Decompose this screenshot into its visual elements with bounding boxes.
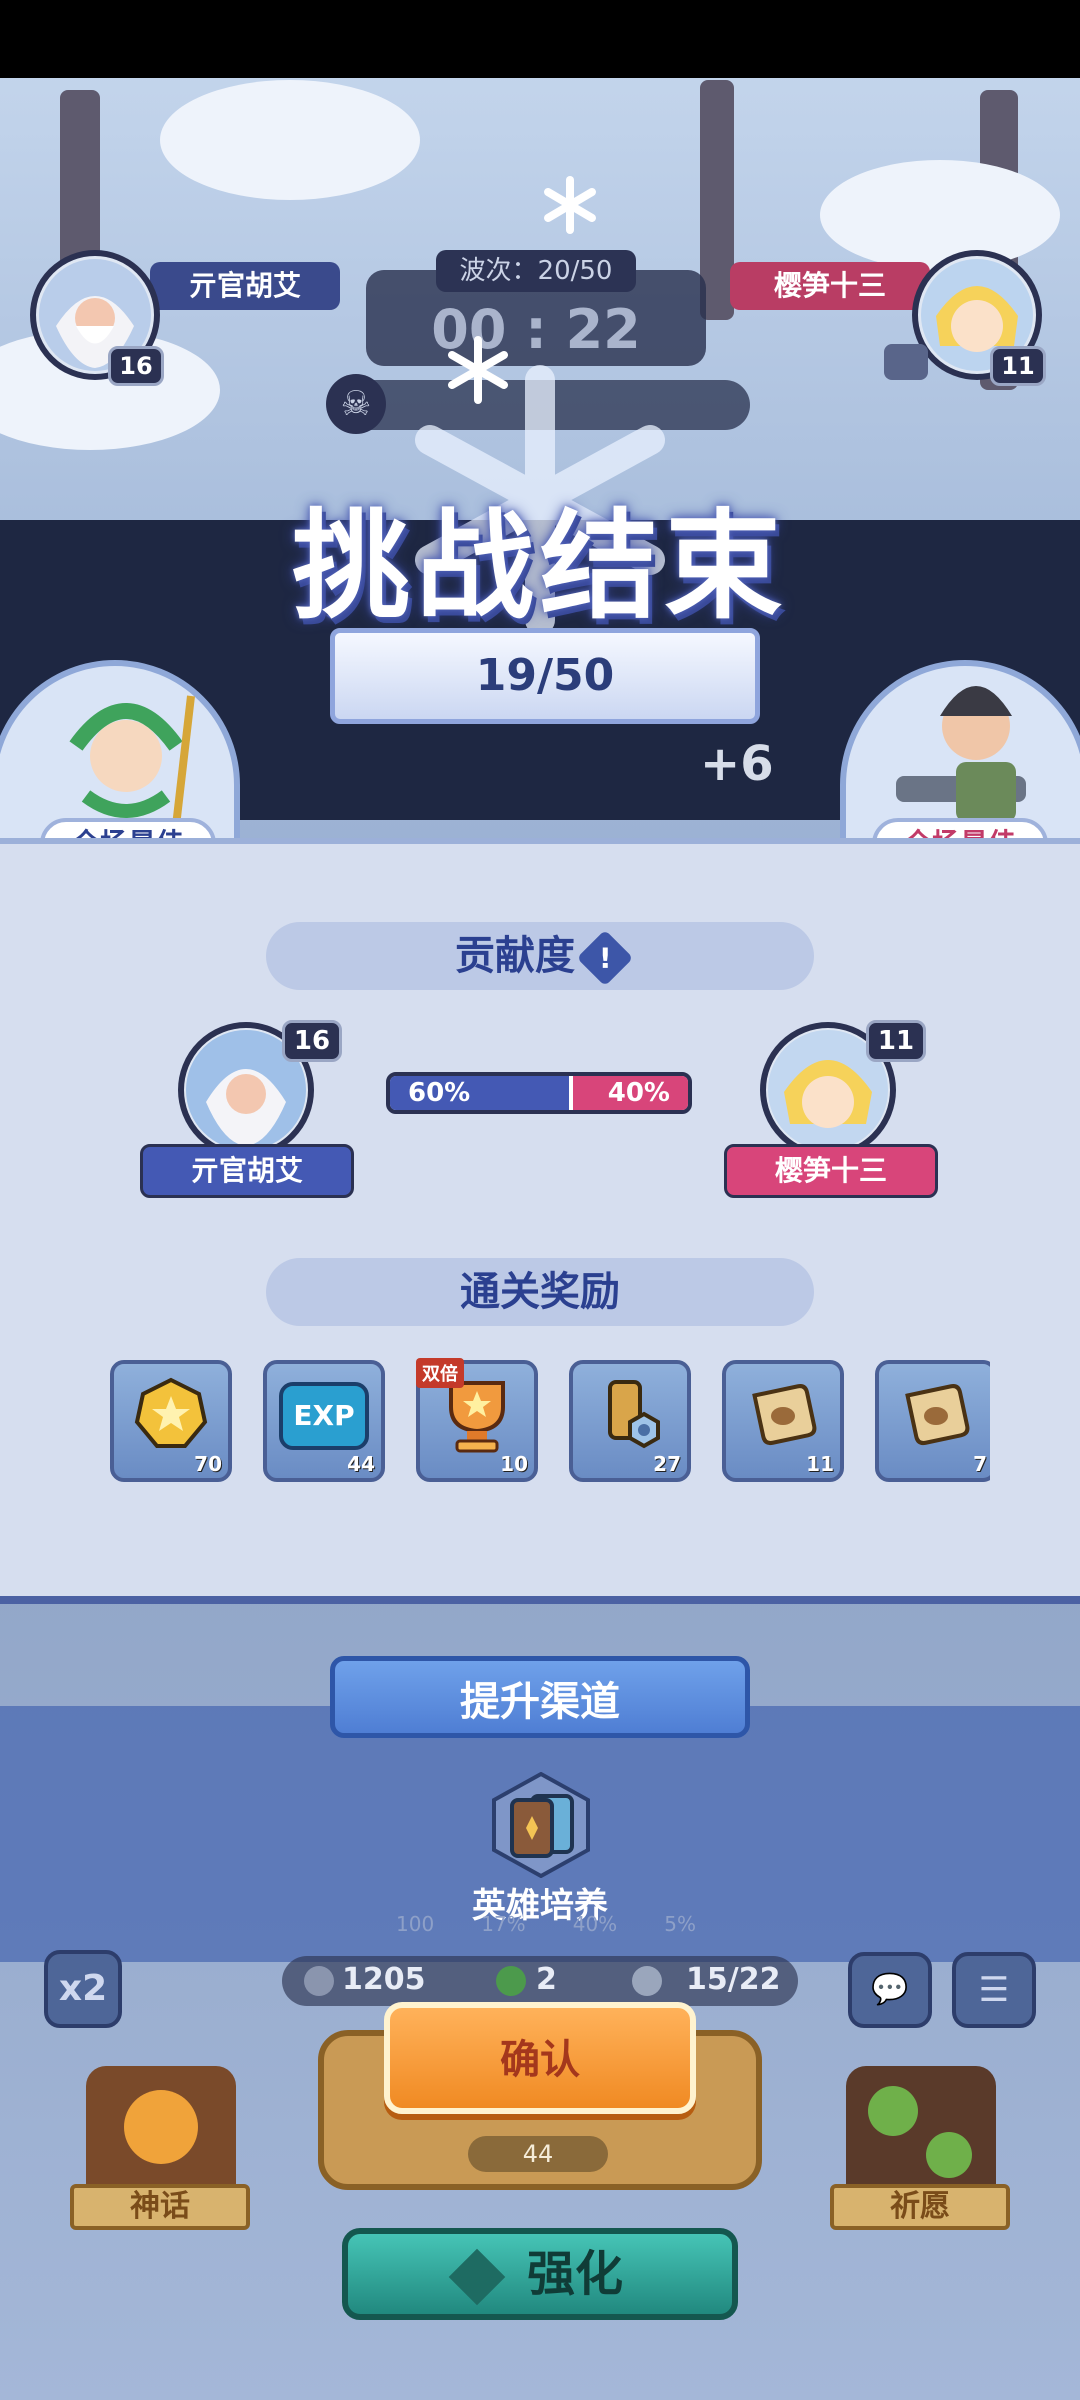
hero-cards-icon[interactable] [488, 1771, 594, 1879]
rewards-header: 通关奖励 [266, 1258, 814, 1326]
game-screen: 亓官胡艾 16 樱笋十三 11 波次：20/50 00 : 22 ☠ 挑战结束 … [0, 0, 1080, 2400]
reward-count: 27 [653, 1452, 681, 1476]
strengthen-label: 强化 [526, 2246, 623, 2302]
bg-stats: 100 17% 40% 5% [396, 1912, 696, 1936]
chat-icon[interactable]: 💬 [848, 1952, 932, 2028]
gunner-hero-icon [896, 686, 1026, 822]
reward-card[interactable]: 11 [722, 1360, 844, 1482]
bg-stat: 5% [664, 1912, 696, 1936]
right-player-namebar: 樱笋十三 [730, 262, 930, 310]
reward-count: 10 [500, 1452, 528, 1476]
contrib-left-name: 亓官胡艾 [140, 1144, 354, 1198]
double-tag: 双倍 [416, 1358, 464, 1388]
wish-chest-icon[interactable] [846, 2066, 996, 2196]
coin-icon [133, 1376, 209, 1456]
contribution-right-fill: 40% [568, 1076, 688, 1110]
upgrade-arrow-icon [448, 2248, 506, 2306]
clover-count: 2 [536, 1962, 557, 1997]
reward-card[interactable]: 27 [569, 1360, 691, 1482]
reward-count: 70 [194, 1452, 222, 1476]
bolt-nut-icon [592, 1376, 668, 1456]
results-panel: 贡献度! 16 亓官胡艾 60% 40% 11 樱笋十三 通关奖励 70 EXP… [0, 838, 1080, 1604]
upgrade-cost: 44 [468, 2136, 608, 2172]
speed-x2-button[interactable]: x2 [44, 1950, 122, 2028]
exp-label: EXP [279, 1382, 369, 1451]
status-bar [0, 0, 1080, 78]
bg-stat: 40% [572, 1912, 618, 1936]
snow-mound [820, 160, 1060, 270]
right-player-level: 11 [990, 346, 1046, 386]
exp-icon: EXP [279, 1382, 369, 1451]
scroll-icon [898, 1376, 974, 1456]
contrib-left-level: 16 [282, 1020, 342, 1062]
reward-card-clip: 7 [875, 1360, 990, 1482]
left-player-level: 16 [108, 346, 164, 386]
improve-channel-banner: 提升渠道 [330, 1656, 750, 1738]
resource-bar: 1205 2 15/22 [282, 1956, 798, 2006]
silver-count: 1205 [342, 1962, 426, 1997]
bonus-indicator: +6 [700, 736, 774, 792]
menu-icon[interactable]: ☰ [952, 1952, 1036, 2028]
silver-coin-icon [304, 1966, 334, 1996]
wish-label[interactable]: 祈愿 [830, 2184, 1010, 2230]
scroll-icon [745, 1376, 821, 1456]
info-icon[interactable]: ! [576, 929, 634, 987]
reward-card[interactable]: 双倍 10 [416, 1358, 538, 1482]
myth-label[interactable]: 神话 [70, 2184, 250, 2230]
medusa-hero-icon [69, 695, 195, 827]
reward-card[interactable]: 7 [875, 1360, 990, 1482]
unit-icon [632, 1966, 662, 1996]
left-player-namebar: 亓官胡艾 [150, 262, 340, 310]
score-ribbon: 19/50 [330, 628, 760, 724]
myth-chest-icon[interactable] [86, 2066, 236, 2196]
reward-count: 7 [973, 1452, 987, 1476]
contrib-right-name: 樱笋十三 [724, 1144, 938, 1198]
contribution-header: 贡献度! [266, 922, 814, 990]
strengthen-button[interactable]: 强化 [342, 2228, 738, 2320]
contribution-left-fill: 60% [390, 1076, 569, 1110]
bg-stat: 17% [481, 1912, 526, 1936]
confirm-button[interactable]: 确认 [384, 2002, 696, 2114]
reward-card[interactable]: 70 [110, 1360, 232, 1482]
contrib-right-level: 11 [866, 1020, 926, 1062]
contribution-bar: 60% 40% [386, 1072, 692, 1114]
reward-count: 11 [806, 1452, 834, 1476]
reward-count: 44 [347, 1452, 375, 1476]
contribution-title: 贡献度 [455, 933, 575, 979]
clover-icon [496, 1966, 526, 1996]
bg-stat: 100 [396, 1912, 435, 1936]
unit-capacity: 15/22 [686, 1962, 781, 1997]
info-symbol: ! [598, 941, 612, 974]
chat-bubble-icon[interactable] [884, 344, 928, 380]
challenge-over-title: 挑战结束 [291, 497, 788, 635]
reward-card[interactable]: EXP 44 [263, 1360, 385, 1482]
